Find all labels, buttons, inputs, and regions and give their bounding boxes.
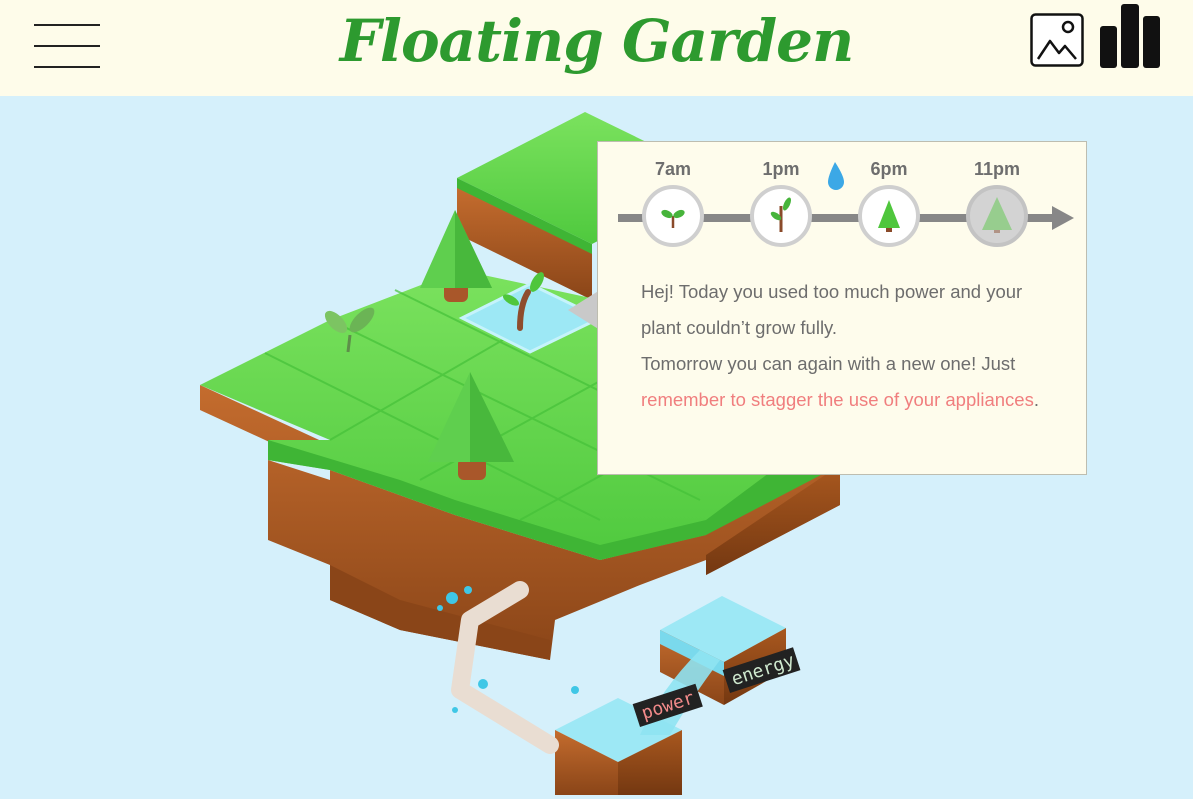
slot-1pm-label: 1pm <box>762 159 800 179</box>
slot-7am-label: 7am <box>654 159 692 179</box>
header-bar: Floating Garden <box>0 0 1193 96</box>
slot-11pm-label: 11pm <box>973 159 1021 179</box>
growth-timeline: 7am 1pm 6pm 11pm <box>598 142 1088 272</box>
message-line-2: Tomorrow you can again with a new one! J… <box>641 353 1016 374</box>
slot-11pm-circle[interactable] <box>966 185 1028 247</box>
water-drop-icon <box>828 162 844 190</box>
timeline-arrow-icon <box>1052 206 1074 230</box>
app-title: Floating Garden <box>339 7 855 75</box>
daily-summary-popup: 7am 1pm 6pm 11pm Hej! Today you used too… <box>597 141 1087 475</box>
message-tip: remember to stagger the use of your appl… <box>641 389 1034 410</box>
summary-message: Hej! Today you used too much power and y… <box>641 274 1061 418</box>
message-end: . <box>1033 389 1039 410</box>
slot-1pm-circle[interactable] <box>750 185 812 247</box>
slot-6pm-circle[interactable] <box>858 185 920 247</box>
slot-6pm-label: 6pm <box>870 159 908 179</box>
image-gallery-icon[interactable] <box>1030 13 1084 67</box>
bar-chart-icon[interactable] <box>1100 4 1160 68</box>
slot-7am-circle[interactable] <box>642 185 704 247</box>
message-line-1: Hej! Today you used too much power and y… <box>641 281 1023 338</box>
